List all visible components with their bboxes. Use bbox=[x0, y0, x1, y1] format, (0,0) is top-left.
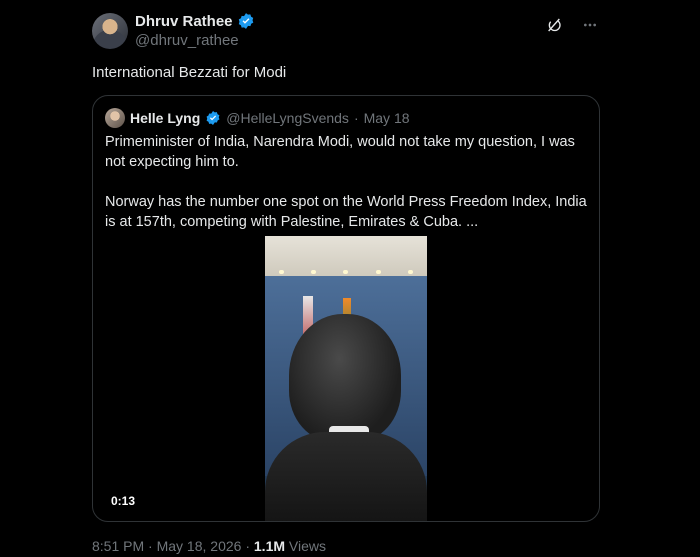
verified-badge-icon bbox=[205, 110, 221, 126]
post-time[interactable]: 8:51 PM bbox=[92, 538, 144, 554]
video-frame-person-head bbox=[289, 314, 401, 442]
author-name[interactable]: Dhruv Rathee bbox=[135, 13, 233, 30]
tweet: Dhruv Rathee @dhruv_rathee International… bbox=[0, 0, 700, 557]
quoted-text: Primeminister of India, Narendra Modi, w… bbox=[105, 132, 587, 252]
verified-badge-icon bbox=[237, 12, 255, 30]
video-frame-lights bbox=[265, 270, 427, 274]
separator-dot: · bbox=[245, 538, 250, 554]
views-count: 1.1M bbox=[253, 538, 286, 554]
quoted-author-name[interactable]: Helle Lyng bbox=[130, 110, 200, 126]
author-handle[interactable]: @dhruv_rathee bbox=[135, 32, 239, 49]
quoted-author-avatar[interactable] bbox=[105, 108, 125, 128]
tweet-text: International Bezzati for Modi bbox=[92, 64, 287, 81]
quoted-date[interactable]: May 18 bbox=[364, 110, 410, 126]
quoted-header: Helle Lyng @HelleLyngSvends · May 18 bbox=[105, 108, 410, 128]
more-options-icon[interactable] bbox=[580, 15, 600, 35]
tweet-footer: 8:51 PM · May 18, 2026 · 1.1M Views bbox=[92, 538, 326, 554]
quoted-paragraph: Primeminister of India, Narendra Modi, w… bbox=[105, 134, 575, 170]
video-frame-person-shoulders bbox=[265, 432, 427, 521]
post-date[interactable]: May 18, 2026 bbox=[157, 538, 242, 554]
author-avatar[interactable] bbox=[92, 13, 128, 49]
quoted-author-handle[interactable]: @HelleLyngSvends bbox=[226, 110, 349, 126]
video-duration: 0:13 bbox=[111, 494, 136, 508]
tweet-actions-top bbox=[544, 15, 600, 35]
author-name-row: Dhruv Rathee bbox=[135, 12, 255, 30]
quoted-paragraph: Norway has the number one spot on the Wo… bbox=[105, 194, 587, 230]
grok-icon[interactable] bbox=[544, 15, 564, 35]
quoted-tweet[interactable]: Helle Lyng @HelleLyngSvends · May 18 Pri… bbox=[92, 95, 600, 522]
views-label: Views bbox=[288, 538, 326, 554]
separator-dot: · bbox=[148, 538, 153, 554]
video-player[interactable] bbox=[265, 236, 427, 521]
separator-dot: · bbox=[353, 110, 359, 126]
